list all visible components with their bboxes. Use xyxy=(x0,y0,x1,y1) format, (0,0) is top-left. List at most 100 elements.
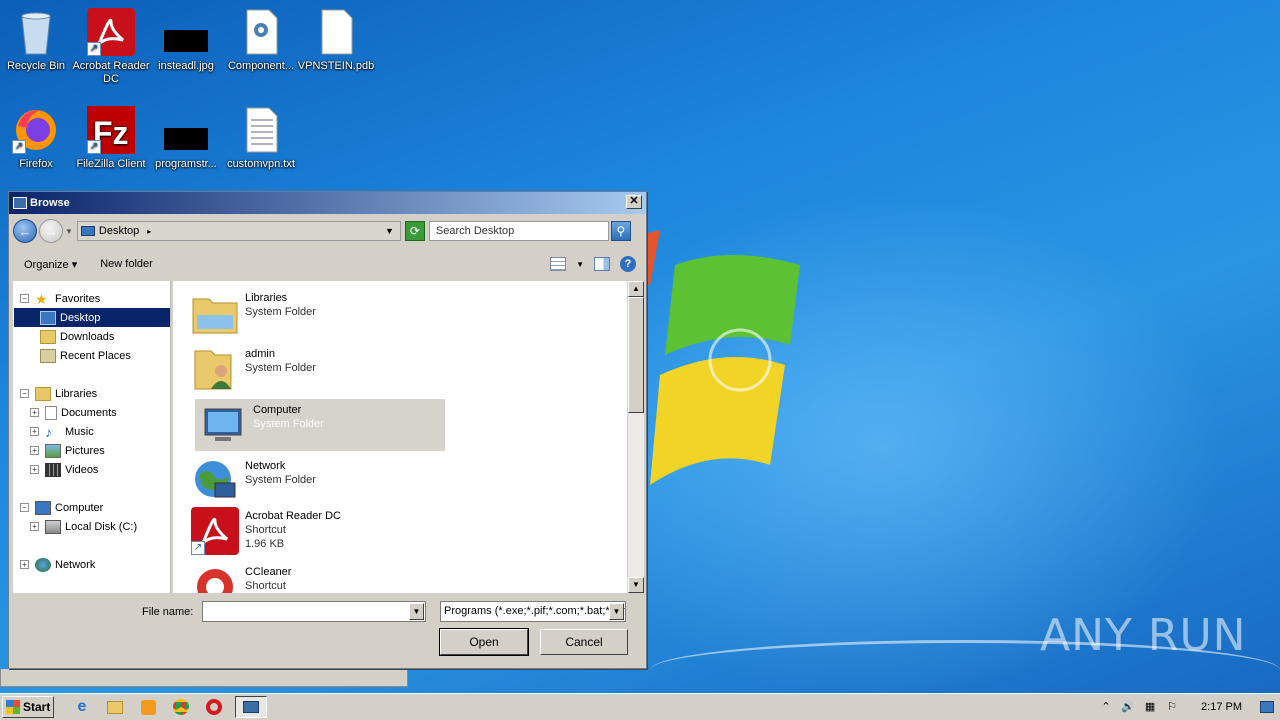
tree-item-videos[interactable]: + Videos xyxy=(30,460,98,479)
tree-item-computer[interactable]: − Computer xyxy=(20,498,103,517)
address-dropdown-icon[interactable]: ▼ xyxy=(385,226,394,236)
network-tray-icon[interactable]: ▦ xyxy=(1143,700,1157,714)
desktop-icon-vpnstein[interactable]: VPNSTEIN.pdb xyxy=(296,8,376,73)
background-window-edge xyxy=(0,669,408,687)
chrome-icon xyxy=(173,699,189,715)
tree-item-downloads[interactable]: Downloads xyxy=(40,327,114,346)
watermark-text: ANY RUN xyxy=(1040,610,1247,661)
taskbar-opera[interactable] xyxy=(202,696,226,718)
tree-item-local-disk[interactable]: + Local Disk (C:) xyxy=(30,517,137,536)
scroll-thumb[interactable] xyxy=(628,297,644,413)
dialog-toolbar: Organize ▾ New folder ▼ ? xyxy=(13,252,642,276)
taskbar-media-player[interactable] xyxy=(136,696,160,718)
tree-item-recent-places[interactable]: Recent Places xyxy=(40,346,131,365)
file-name: Computer xyxy=(253,404,302,416)
taskbar-ie[interactable]: e xyxy=(70,696,94,718)
documents-icon xyxy=(45,405,57,420)
desktop-icon-customvpn[interactable]: customvpn.txt xyxy=(221,106,301,171)
tree-item-favorites[interactable]: − ★ Favorites xyxy=(20,289,100,308)
desktop-icon-recycle-bin[interactable]: Recycle Bin xyxy=(0,8,76,73)
open-button[interactable]: Open xyxy=(439,628,529,656)
file-list-scrollbar[interactable]: ▲ ▼ xyxy=(628,281,644,593)
file-item-libraries[interactable]: Libraries System Folder xyxy=(187,287,437,339)
expand-icon[interactable]: + xyxy=(30,465,39,474)
tree-item-pictures[interactable]: + Pictures xyxy=(30,441,105,460)
file-item-network[interactable]: Network System Folder xyxy=(187,455,437,507)
tree-item-label: Music xyxy=(65,425,94,438)
clock[interactable]: 2:17 PM xyxy=(1201,701,1242,713)
address-bar[interactable]: Desktop ▸ ▼ xyxy=(76,221,401,241)
refresh-button[interactable]: ⟳ xyxy=(404,221,425,241)
dialog-titlebar[interactable]: Browse xyxy=(9,192,646,214)
desktop-icon-filezilla[interactable]: Fz ↗ FileZilla Client xyxy=(71,106,151,171)
desktop-icon-acrobat[interactable]: ↗ Acrobat Reader DC xyxy=(71,8,151,86)
search-input[interactable]: Search Desktop xyxy=(428,221,609,241)
taskbar-chrome[interactable] xyxy=(169,696,193,718)
new-folder-button[interactable]: New folder xyxy=(100,258,153,270)
file-type-select[interactable]: Programs (*.exe;*.pif;*.com;*.bat;*.cmd)… xyxy=(440,601,626,622)
show-desktop-icon[interactable] xyxy=(1260,701,1274,713)
settings-file-icon xyxy=(237,8,285,56)
organize-menu[interactable]: Organize ▾ xyxy=(24,258,77,271)
libraries-icon xyxy=(35,386,51,401)
file-name: Acrobat Reader DC xyxy=(245,510,341,522)
volume-icon[interactable]: 🔊 xyxy=(1121,700,1135,714)
file-item-computer[interactable]: Computer System Folder xyxy=(195,399,445,451)
tree-item-documents[interactable]: + Documents xyxy=(30,403,117,422)
desktop-icon-firefox[interactable]: ↗ Firefox xyxy=(0,106,76,171)
view-dropdown-icon[interactable]: ▼ xyxy=(576,260,584,269)
forward-button[interactable]: → xyxy=(39,219,63,243)
expand-icon[interactable]: + xyxy=(20,560,29,569)
file-name-dropdown-icon[interactable]: ▼ xyxy=(409,603,424,620)
expand-icon[interactable]: + xyxy=(30,522,39,531)
taskbar-browse-dialog[interactable] xyxy=(235,696,267,718)
start-button[interactable]: Start xyxy=(2,696,54,718)
search-icon[interactable]: ⚲ xyxy=(610,221,631,241)
back-button[interactable]: ← xyxy=(13,219,37,243)
file-type: System Folder xyxy=(245,474,316,486)
browse-dialog: Browse ✕ ← → ▼ Desktop ▸ ▼ ⟳ Search Desk… xyxy=(8,191,647,669)
file-name-input[interactable]: ▼ xyxy=(202,601,426,622)
downloads-folder-icon xyxy=(40,329,56,344)
desktop-icon-label: FileZilla Client xyxy=(76,158,146,170)
file-type-dropdown-icon[interactable]: ▼ xyxy=(609,603,624,620)
file-item-ccleaner[interactable]: CCleaner Shortcut xyxy=(187,561,437,593)
collapse-icon[interactable]: − xyxy=(20,294,29,303)
preview-pane-icon[interactable] xyxy=(594,257,610,271)
taskbar-explorer[interactable] xyxy=(103,696,127,718)
recent-places-icon xyxy=(40,348,56,363)
computer-icon xyxy=(35,500,51,515)
tree-item-network[interactable]: + Network xyxy=(20,555,95,574)
file-item-acrobat[interactable]: ↗ Acrobat Reader DC Shortcut 1.96 KB xyxy=(187,505,437,557)
breadcrumb-separator[interactable]: ▸ xyxy=(147,227,151,236)
file-type-value[interactable]: Programs (*.exe;*.pif;*.com;*.bat;*.cmd) xyxy=(444,605,625,617)
collapse-icon[interactable]: − xyxy=(20,389,29,398)
scroll-down-icon[interactable]: ▼ xyxy=(628,577,644,593)
show-hidden-icons-icon[interactable]: ⌃ xyxy=(1099,700,1113,714)
desktop-icon-insteadl[interactable]: insteadl.jpg xyxy=(146,8,226,73)
file-item-admin[interactable]: admin System Folder xyxy=(187,343,437,395)
change-view-icon[interactable] xyxy=(550,257,567,271)
action-center-flag-icon[interactable]: ⚐ xyxy=(1165,700,1179,714)
scroll-up-icon[interactable]: ▲ xyxy=(628,281,644,297)
help-icon[interactable]: ? xyxy=(620,256,636,272)
close-button[interactable]: ✕ xyxy=(626,195,642,209)
address-location[interactable]: Desktop xyxy=(99,225,139,237)
expand-icon[interactable]: + xyxy=(30,446,39,455)
tree-item-music[interactable]: + ♪ Music xyxy=(30,422,94,441)
shortcut-arrow-icon: ↗ xyxy=(191,541,205,555)
desktop-icon-component[interactable]: Component... xyxy=(221,8,301,73)
desktop-icon-programstr[interactable]: programstr... xyxy=(146,106,226,171)
recent-pages-dropdown[interactable]: ▼ xyxy=(65,227,73,236)
cancel-button[interactable]: Cancel xyxy=(540,629,628,655)
ccleaner-icon xyxy=(191,563,239,593)
expand-icon[interactable]: + xyxy=(30,427,39,436)
collapse-icon[interactable]: − xyxy=(20,503,29,512)
expand-icon[interactable]: + xyxy=(30,408,39,417)
file-name-label: File name: xyxy=(142,606,194,618)
desktop-icon-label: Recycle Bin xyxy=(6,60,66,72)
folder-icon xyxy=(107,700,123,714)
windows-logo-wallpaper xyxy=(640,230,800,485)
tree-item-desktop[interactable]: Desktop xyxy=(14,308,170,327)
tree-item-libraries[interactable]: − Libraries xyxy=(20,384,97,403)
